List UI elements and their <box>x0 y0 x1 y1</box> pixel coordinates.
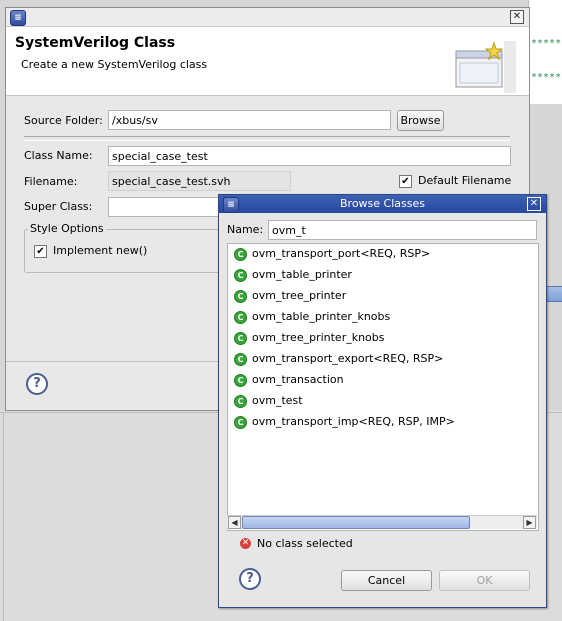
editor-text-line: ***** <box>531 72 562 83</box>
divider <box>3 413 4 621</box>
editor-text-line: ***** <box>531 38 562 49</box>
super-class-field[interactable] <box>108 197 221 217</box>
background-editor: ***** ***** <box>528 0 562 104</box>
style-options-label: Style Options <box>28 222 106 235</box>
list-item[interactable]: Covm_table_printer <box>234 265 352 285</box>
scroll-left-icon[interactable]: ◀ <box>228 516 241 529</box>
ok-button[interactable]: OK <box>439 570 530 591</box>
horizontal-scrollbar[interactable]: ◀ ▶ <box>227 515 537 529</box>
list-item[interactable]: Covm_tree_printer_knobs <box>234 328 385 348</box>
scroll-right-icon[interactable]: ▶ <box>523 516 536 529</box>
background-control <box>545 286 562 302</box>
close-icon[interactable]: ✕ <box>510 10 524 24</box>
implement-new-checkbox[interactable]: ✔ <box>34 245 47 258</box>
dialog-header: SystemVerilog Class Create a new SystemV… <box>6 27 529 96</box>
super-class-label: Super Class: <box>24 200 93 213</box>
browse-classes-dialog: ≡ Browse Classes ✕ Name: ovm_t Covm_tran… <box>218 194 547 608</box>
source-folder-field[interactable]: /xbus/sv <box>108 110 391 130</box>
class-icon: C <box>234 289 247 303</box>
dialog-title: Browse Classes <box>340 197 425 210</box>
dialog-description: Create a new SystemVerilog class <box>21 58 208 71</box>
list-item[interactable]: Covm_transport_port<REQ, RSP> <box>234 244 430 264</box>
browse-button[interactable]: Browse <box>397 110 444 131</box>
list-item[interactable]: Covm_transaction <box>234 370 344 390</box>
separator <box>6 361 220 362</box>
name-label: Name: <box>227 223 264 236</box>
source-folder-label: Source Folder: <box>24 114 103 127</box>
error-icon: ✕ <box>240 538 251 549</box>
implement-new-label: Implement new() <box>53 244 148 257</box>
dialog-titlebar: ≡ ✕ <box>6 8 529 27</box>
dialog-title: SystemVerilog Class <box>15 35 176 51</box>
close-icon[interactable]: ✕ <box>527 197 541 211</box>
class-name-field[interactable]: special_case_test <box>108 146 511 166</box>
list-item[interactable]: Covm_test <box>234 391 303 411</box>
classes-list[interactable]: Covm_transport_port<REQ, RSP> Covm_table… <box>227 243 539 531</box>
class-icon: C <box>234 373 247 387</box>
list-item[interactable]: Covm_table_printer_knobs <box>234 307 390 327</box>
class-icon: C <box>234 247 247 261</box>
filename-field: special_case_test.svh <box>108 171 291 191</box>
name-filter-input[interactable]: ovm_t <box>268 220 537 240</box>
status-text: No class selected <box>257 537 353 550</box>
scrollbar-thumb[interactable] <box>242 516 470 529</box>
class-icon: C <box>234 394 247 408</box>
class-icon: C <box>234 352 247 366</box>
list-item[interactable]: Covm_transport_imp<REQ, RSP, IMP> <box>234 412 455 432</box>
wizard-banner-icon <box>455 41 516 93</box>
class-icon: C <box>234 331 247 345</box>
list-item[interactable]: Covm_tree_printer <box>234 286 346 306</box>
class-icon: C <box>234 415 247 429</box>
default-filename-label: Default Filename <box>418 174 512 187</box>
filename-label: Filename: <box>24 175 78 188</box>
help-icon[interactable]: ? <box>26 373 48 395</box>
class-icon: C <box>234 310 247 324</box>
default-filename-checkbox[interactable]: ✔ <box>399 175 412 188</box>
cancel-button[interactable]: Cancel <box>341 570 432 591</box>
help-icon[interactable]: ? <box>239 568 261 590</box>
separator <box>24 136 510 141</box>
list-item[interactable]: Covm_transport_export<REQ, RSP> <box>234 349 443 369</box>
class-name-label: Class Name: <box>24 149 93 162</box>
class-icon: C <box>234 268 247 282</box>
app-icon: ≡ <box>10 10 26 26</box>
dialog-titlebar: ≡ Browse Classes ✕ <box>219 195 546 213</box>
